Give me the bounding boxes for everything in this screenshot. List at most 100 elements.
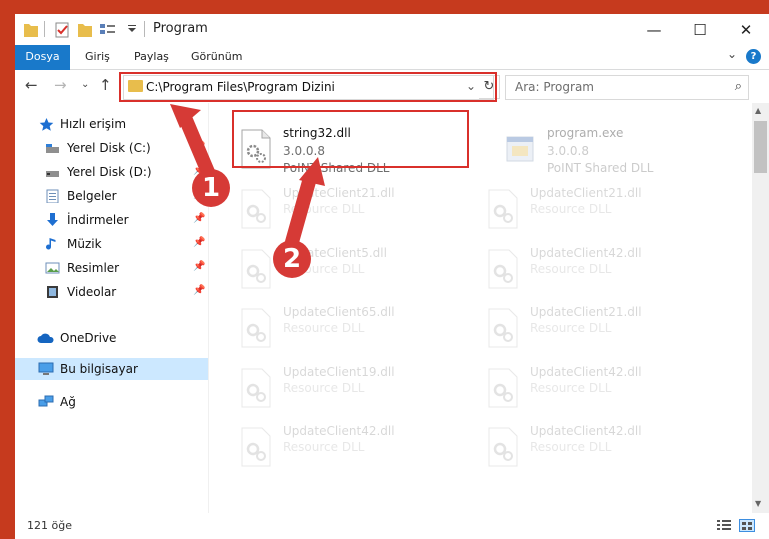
music-icon bbox=[46, 238, 56, 250]
file-item[interactable]: UpdateClient42.dll Resource DLL bbox=[482, 364, 712, 416]
file-name: UpdateClient42.dll bbox=[530, 246, 642, 260]
scroll-up-icon[interactable]: ▲ bbox=[755, 106, 761, 115]
onedrive-icon bbox=[37, 333, 54, 343]
pin-icon[interactable]: 📌 bbox=[193, 237, 205, 248]
forward-button[interactable]: → bbox=[54, 76, 67, 94]
file-item[interactable]: UpdateClient21.dll Resource DLL bbox=[482, 185, 712, 237]
dll-file-icon bbox=[241, 189, 271, 229]
file-description: Resource DLL bbox=[283, 440, 365, 454]
search-placeholder: Ara: Program bbox=[515, 80, 594, 94]
title-bar: Program — ☐ ✕ bbox=[15, 14, 769, 45]
help-icon[interactable]: ? bbox=[746, 49, 761, 64]
nav-item-local-disk-d[interactable]: Yerel Disk (D:) 📌 bbox=[15, 161, 208, 183]
nav-item-music[interactable]: Müzik 📌 bbox=[15, 233, 208, 255]
nav-item-videos[interactable]: Videolar 📌 bbox=[15, 281, 208, 303]
properties-icon[interactable] bbox=[54, 19, 70, 39]
documents-icon bbox=[46, 189, 59, 203]
up-button[interactable]: ↑ bbox=[99, 76, 112, 94]
file-item[interactable]: UpdateClient5.dll Resource DLL bbox=[235, 245, 465, 297]
tab-share[interactable]: Paylaş bbox=[134, 45, 169, 69]
dll-file-icon bbox=[488, 249, 518, 289]
nav-item-pictures[interactable]: Resimler 📌 bbox=[15, 257, 208, 279]
file-item[interactable]: UpdateClient65.dll Resource DLL bbox=[235, 304, 465, 356]
videos-icon bbox=[47, 286, 58, 298]
nav-item-network[interactable]: Ağ bbox=[15, 391, 208, 413]
file-highlight bbox=[232, 110, 469, 168]
status-bar: 121 öğe bbox=[15, 513, 769, 539]
nav-item-downloads[interactable]: İndirmeler 📌 bbox=[15, 209, 208, 231]
details-view-icon[interactable] bbox=[716, 519, 732, 532]
file-item[interactable]: UpdateClient42.dll Resource DLL bbox=[482, 423, 712, 475]
dll-file-icon bbox=[488, 368, 518, 408]
file-description: Resource DLL bbox=[530, 202, 612, 216]
ribbon-expand-icon[interactable]: ⌄ bbox=[727, 47, 737, 61]
network-icon bbox=[38, 395, 54, 407]
file-description: Resource DLL bbox=[283, 202, 365, 216]
exe-file-icon bbox=[506, 136, 534, 162]
scroll-down-icon[interactable]: ▼ bbox=[755, 499, 761, 508]
dll-file-icon bbox=[241, 308, 271, 348]
file-item[interactable]: UpdateClient19.dll Resource DLL bbox=[235, 364, 465, 416]
file-name: UpdateClient21.dll bbox=[283, 186, 395, 200]
file-item[interactable]: UpdateClient42.dll Resource DLL bbox=[235, 423, 465, 475]
dll-file-icon bbox=[488, 308, 518, 348]
file-description: PoINT Shared DLL bbox=[547, 161, 654, 175]
file-item[interactable]: UpdateClient42.dll Resource DLL bbox=[482, 245, 712, 297]
file-name: UpdateClient65.dll bbox=[283, 305, 395, 319]
new-folder-icon[interactable] bbox=[77, 19, 93, 39]
file-description: Resource DLL bbox=[530, 440, 612, 454]
qat-dropdown-icon[interactable] bbox=[127, 19, 137, 39]
search-input[interactable]: Ara: Program ⌕ bbox=[505, 75, 749, 100]
nav-item-documents[interactable]: Belgeler 📌 bbox=[15, 185, 208, 207]
pin-icon[interactable]: 📌 bbox=[193, 141, 205, 152]
file-name: UpdateClient42.dll bbox=[530, 424, 642, 438]
step-1-badge: 1 bbox=[192, 169, 230, 207]
ribbon-tabs: Dosya Giriş Paylaş Görünüm ⌄ ? bbox=[15, 45, 769, 97]
step-2-badge: 2 bbox=[273, 240, 311, 278]
downloads-icon bbox=[47, 213, 58, 226]
close-button[interactable]: ✕ bbox=[723, 14, 769, 45]
folder-icon bbox=[24, 24, 38, 37]
customize-toolbar-icon[interactable] bbox=[99, 19, 117, 39]
dll-file-icon bbox=[241, 427, 271, 467]
dll-file-icon bbox=[488, 189, 518, 229]
star-icon bbox=[39, 118, 54, 131]
file-name: UpdateClient42.dll bbox=[283, 424, 395, 438]
vertical-scrollbar[interactable]: ▲ ▼ bbox=[752, 103, 769, 513]
file-item-program-exe[interactable]: program.exe 3.0.0.8 PoINT Shared DLL bbox=[499, 125, 729, 177]
search-icon[interactable]: ⌕ bbox=[735, 79, 742, 94]
pin-icon[interactable]: 📌 bbox=[193, 261, 205, 272]
maximize-button[interactable]: ☐ bbox=[677, 14, 723, 45]
nav-item-local-disk-c[interactable]: Yerel Disk (C:) 📌 bbox=[15, 137, 208, 159]
tab-home[interactable]: Giriş bbox=[85, 45, 110, 69]
file-description: Resource DLL bbox=[283, 321, 365, 335]
pin-icon[interactable]: 📌 bbox=[193, 213, 205, 224]
nav-item-this-pc[interactable]: Bu bilgisayar bbox=[15, 358, 208, 380]
computer-icon bbox=[38, 362, 54, 375]
file-name: UpdateClient21.dll bbox=[530, 186, 642, 200]
drive-icon bbox=[46, 171, 59, 177]
scroll-thumb[interactable] bbox=[754, 121, 767, 173]
dll-file-icon bbox=[488, 427, 518, 467]
file-description: Resource DLL bbox=[283, 381, 365, 395]
nav-item-onedrive[interactable]: OneDrive bbox=[15, 327, 208, 349]
tab-view[interactable]: Görünüm bbox=[191, 45, 242, 69]
file-item[interactable]: UpdateClient21.dll Resource DLL bbox=[235, 185, 465, 237]
recent-locations-icon[interactable]: ⌄ bbox=[81, 79, 89, 90]
window-title: Program bbox=[153, 21, 208, 36]
minimize-button[interactable]: — bbox=[631, 14, 677, 45]
item-count: 121 öğe bbox=[27, 519, 72, 532]
address-bar-highlight bbox=[119, 72, 497, 102]
file-description: Resource DLL bbox=[530, 321, 612, 335]
dll-file-icon bbox=[241, 249, 271, 289]
file-version: 3.0.0.8 bbox=[547, 144, 589, 158]
file-item[interactable]: UpdateClient21.dll Resource DLL bbox=[482, 304, 712, 356]
file-name: UpdateClient42.dll bbox=[530, 365, 642, 379]
file-name: UpdateClient21.dll bbox=[530, 305, 642, 319]
back-button[interactable]: ← bbox=[25, 76, 38, 94]
pin-icon[interactable]: 📌 bbox=[193, 285, 205, 296]
large-icons-view-icon[interactable] bbox=[739, 519, 755, 532]
nav-item-quick-access[interactable]: Hızlı erişim bbox=[15, 113, 208, 135]
dll-file-icon bbox=[241, 368, 271, 408]
file-description: Resource DLL bbox=[530, 381, 612, 395]
